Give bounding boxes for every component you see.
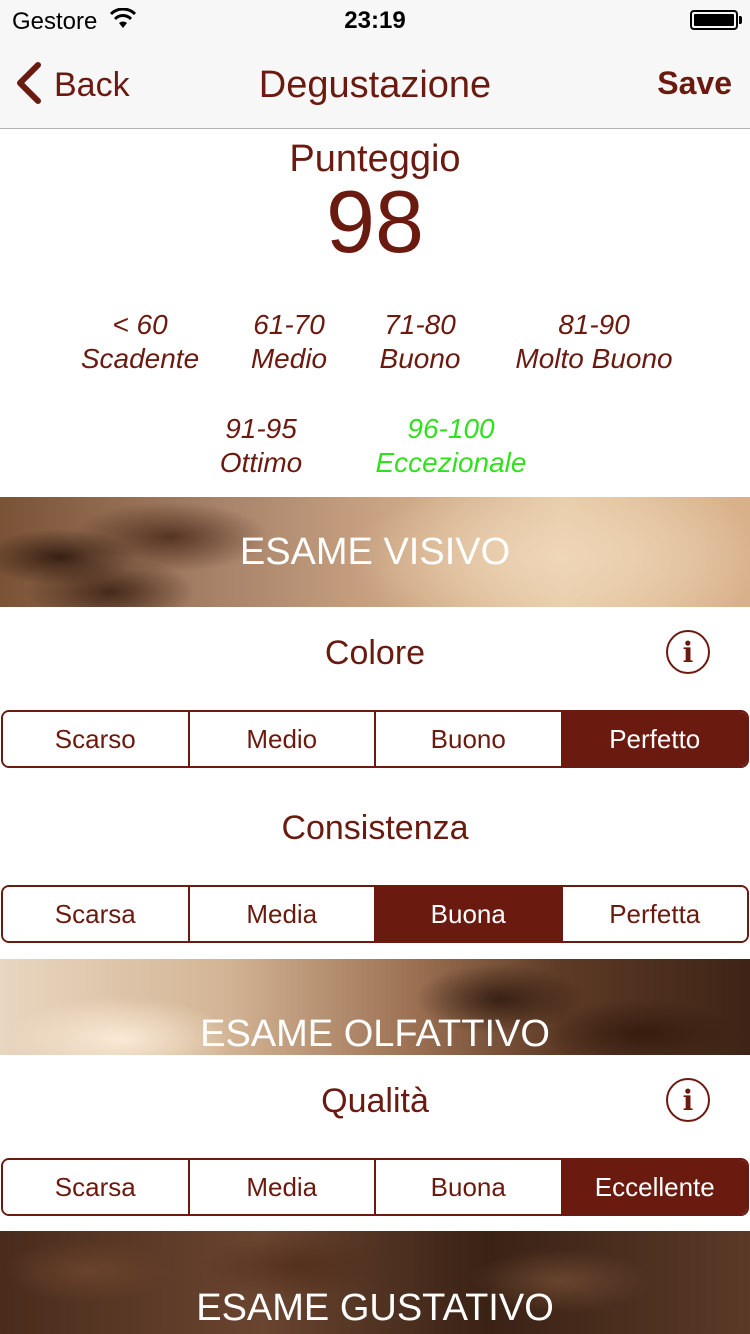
- status-bar: Gestore 23:19: [0, 0, 750, 40]
- legend-range: 96-100: [407, 413, 495, 444]
- segment-buono[interactable]: Buono: [376, 712, 563, 766]
- legend-range: 81-90: [558, 309, 630, 340]
- battery-icon: [690, 10, 738, 30]
- score-value: 98: [326, 172, 424, 271]
- legend-range: 71-80: [384, 309, 456, 340]
- segment-perfetta[interactable]: Perfetta: [562, 887, 747, 941]
- segment-media[interactable]: Media: [189, 887, 376, 941]
- section-title: ESAME GUSTATIVO: [196, 1287, 554, 1329]
- battery-tip: [739, 16, 742, 24]
- section-title: ESAME VISIVO: [239, 531, 511, 573]
- legend-label: Eccezionale: [375, 447, 527, 478]
- info-icon[interactable]: i: [666, 1078, 710, 1122]
- legend-item-molto-buono: 81-90 Molto Buono: [494, 308, 694, 376]
- legend-label: Molto Buono: [515, 343, 673, 374]
- segment-medio[interactable]: Medio: [189, 712, 376, 766]
- page-title: Degustazione: [258, 64, 492, 106]
- info-icon[interactable]: i: [666, 630, 710, 674]
- legend-range: 91-95: [225, 413, 297, 444]
- criterion-label-consistenza: Consistenza: [281, 809, 469, 847]
- legend-item-ottimo: 91-95 Ottimo: [161, 412, 361, 480]
- navigation-bar: Back Degustazione Save: [0, 40, 750, 129]
- segment-media[interactable]: Media: [189, 1160, 376, 1214]
- segment-eccellente[interactable]: Eccellente: [562, 1160, 747, 1214]
- segmented-control-qualita: Scarsa Media Buona Eccellente: [1, 1158, 749, 1216]
- section-banner-olfattivo: ESAME OLFATTIVO: [0, 959, 750, 1055]
- segmented-control-consistenza: Scarsa Media Buona Perfetta: [1, 885, 749, 943]
- section-banner-visivo: ESAME VISIVO: [0, 497, 750, 607]
- criterion-label-qualita: Qualità: [321, 1082, 429, 1120]
- segment-buona[interactable]: Buona: [376, 887, 563, 941]
- segment-buona[interactable]: Buona: [376, 1160, 563, 1214]
- save-button[interactable]: Save: [657, 65, 732, 102]
- legend-label: Buono: [379, 343, 461, 374]
- segmented-control-colore: Scarso Medio Buono Perfetto: [1, 710, 749, 768]
- legend-item-buono: 71-80 Buono: [320, 308, 520, 376]
- section-title: ESAME OLFATTIVO: [200, 1013, 550, 1055]
- legend-label: Ottimo: [219, 447, 303, 478]
- segment-perfetto[interactable]: Perfetto: [562, 712, 747, 766]
- criterion-label-colore: Colore: [324, 634, 426, 672]
- status-time: 23:19: [344, 7, 406, 34]
- legend-item-eccezionale: 96-100 Eccezionale: [351, 412, 551, 480]
- section-banner-gustativo: ESAME GUSTATIVO: [0, 1231, 750, 1334]
- segment-scarso[interactable]: Scarso: [3, 712, 190, 766]
- segment-scarsa[interactable]: Scarsa: [3, 1160, 190, 1214]
- segment-scarsa[interactable]: Scarsa: [3, 887, 190, 941]
